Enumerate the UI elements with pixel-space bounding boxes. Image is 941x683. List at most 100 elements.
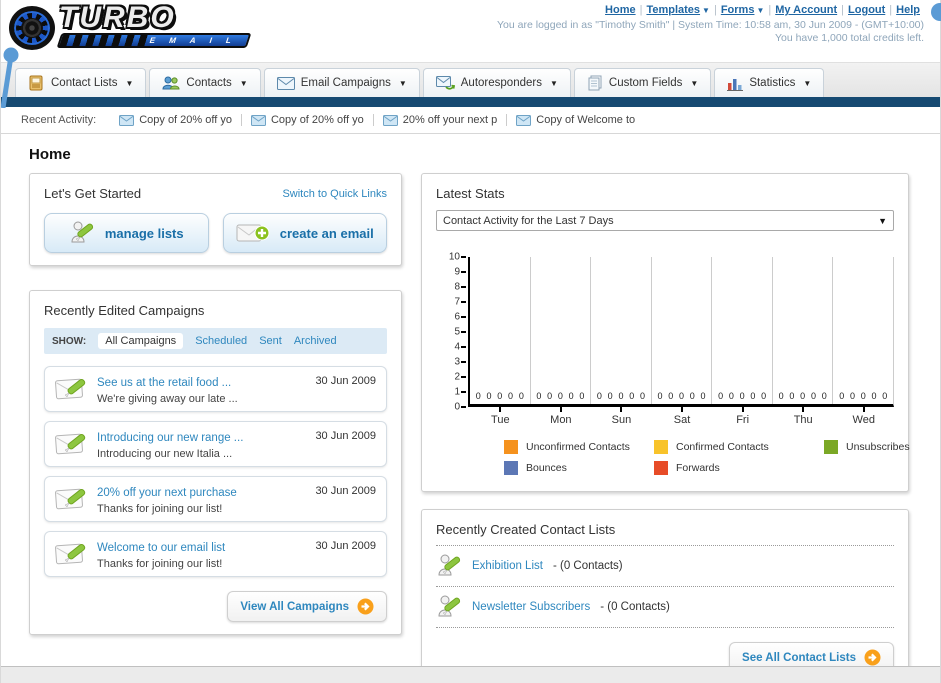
contact-list-row: Newsletter Subscribers - (0 Contacts) xyxy=(436,586,894,628)
custom-fields-icon xyxy=(587,75,603,91)
chart-group-wed: 00000 xyxy=(833,257,893,404)
data-value: 0 xyxy=(810,391,816,401)
data-value: 0 xyxy=(778,391,784,401)
campaign-date: 30 Jun 2009 xyxy=(315,485,376,497)
data-value: 0 xyxy=(596,391,602,401)
filter-all-campaigns[interactable]: All Campaigns xyxy=(98,333,184,349)
data-value: 0 xyxy=(639,391,645,401)
email-campaigns-icon xyxy=(276,76,295,90)
top-link-home[interactable]: Home xyxy=(605,4,636,16)
switch-quick-links-link[interactable]: Switch to Quick Links xyxy=(282,188,387,200)
dropdown-caret-icon: ▼ xyxy=(803,78,812,88)
see-all-contact-lists-button[interactable]: See All Contact Lists xyxy=(729,642,894,666)
y-tick-label: 5 xyxy=(454,326,460,338)
create-an-email-button[interactable]: create an email xyxy=(222,213,387,253)
tab-statistics[interactable]: Statistics ▼ xyxy=(714,68,825,97)
campaign-card: 20% off your next purchase Thanks for joi… xyxy=(44,476,387,522)
legend-item-unconfirmed-contacts: Unconfirmed Contacts xyxy=(504,440,654,454)
contact-list-link[interactable]: Exhibition List xyxy=(472,560,543,572)
legend-item-forwards: Forwards xyxy=(654,461,824,475)
chart-x-axis: Tue Mon Sun Sat Fri Thu Wed xyxy=(470,407,894,426)
x-tick-label: Mon xyxy=(531,407,592,426)
campaign-title-link[interactable]: See us at the retail food ... xyxy=(97,377,231,389)
view-all-campaigns-label: View All Campaigns xyxy=(240,600,349,613)
x-tick-label: Tue xyxy=(470,407,531,426)
legend-label: Forwards xyxy=(676,462,720,474)
contact-count: - (0 Contacts) xyxy=(600,601,670,613)
recent-activity-item[interactable]: Copy of 20% off yo xyxy=(240,114,373,126)
zero-value-labels: 00000 xyxy=(591,391,651,401)
tab-contact-lists[interactable]: Contact Lists ▼ xyxy=(15,68,147,97)
top-link-templates[interactable]: Templates ▼ xyxy=(646,4,710,16)
legend-swatch xyxy=(654,440,668,454)
data-value: 0 xyxy=(607,391,613,401)
campaign-text: Welcome to our email list Thanks for join… xyxy=(97,538,305,570)
dropdown-caret-icon: ▼ xyxy=(125,78,134,88)
contact-count: - (0 Contacts) xyxy=(552,560,623,572)
campaign-list: See us at the retail food ... We're givin… xyxy=(44,366,387,577)
data-value: 0 xyxy=(508,391,514,401)
dropdown-caret-icon: ▼ xyxy=(878,215,887,226)
campaign-subtitle: Thanks for joining our list! xyxy=(97,558,223,570)
recent-activity-item[interactable]: Copy of Welcome to xyxy=(506,114,644,126)
page-root: TURBO E M A I L Home | Templates ▼ | Forms ▼ | M… xyxy=(0,0,941,683)
top-link-my-account[interactable]: My Account xyxy=(775,4,837,16)
credits-info: You have 1,000 total credits left. xyxy=(774,32,924,44)
y-tick-label: 9 xyxy=(454,266,460,278)
campaign-date: 30 Jun 2009 xyxy=(315,540,376,552)
top-link-forms[interactable]: Forms ▼ xyxy=(721,4,765,16)
legend-label: Confirmed Contacts xyxy=(676,441,769,453)
data-value: 0 xyxy=(618,391,624,401)
filter-scheduled[interactable]: Scheduled xyxy=(195,335,247,347)
tab-autoresponders[interactable]: Autoresponders ▼ xyxy=(422,68,571,97)
tab-contacts[interactable]: Contacts ▼ xyxy=(149,68,261,97)
login-info: You are logged in as "Timothy Smith" | S… xyxy=(497,19,924,31)
tab-label: Email Campaigns xyxy=(300,77,391,89)
data-value: 0 xyxy=(882,391,888,401)
tab-email-campaigns[interactable]: Email Campaigns ▼ xyxy=(263,68,420,97)
filter-archived[interactable]: Archived xyxy=(294,335,337,347)
tab-label: Contacts xyxy=(186,77,232,89)
recent-activity-item[interactable]: Copy of 20% off yo xyxy=(110,114,241,126)
tab-custom-fields[interactable]: Custom Fields ▼ xyxy=(573,68,712,97)
y-tick-label: 0 xyxy=(454,401,460,413)
stats-dropdown-value: Contact Activity for the Last 7 Days xyxy=(443,214,614,227)
main-content: Home Let's Get Started Switch to Quick L… xyxy=(1,134,940,667)
data-value: 0 xyxy=(739,391,745,401)
arrow-circle-icon xyxy=(357,598,374,615)
campaign-title-link[interactable]: 20% off your next purchase xyxy=(97,487,237,499)
top-link-logout[interactable]: Logout xyxy=(848,4,885,16)
y-tick-label: 6 xyxy=(454,311,460,323)
data-value: 0 xyxy=(579,391,585,401)
data-value: 0 xyxy=(700,391,706,401)
header: TURBO E M A I L Home | Templates ▼ | Forms ▼ | M… xyxy=(1,0,941,62)
legend-swatch xyxy=(824,440,838,454)
y-tick-mark xyxy=(461,271,466,273)
zero-value-labels: 00000 xyxy=(773,391,833,401)
chart-group-thu: 00000 xyxy=(773,257,834,404)
campaign-title-link[interactable]: Introducing our new range ... xyxy=(97,432,243,444)
top-link-label: Templates xyxy=(646,4,701,16)
stats-period-dropdown[interactable]: Contact Activity for the Last 7 Days ▼ xyxy=(436,210,894,231)
contact-list-link[interactable]: Newsletter Subscribers xyxy=(472,601,590,613)
view-all-campaigns-button[interactable]: View All Campaigns xyxy=(227,591,387,622)
top-link-help[interactable]: Help xyxy=(896,4,920,16)
top-link-label: Logout xyxy=(848,4,886,16)
x-tick-label: Sat xyxy=(652,407,713,426)
tab-label: Custom Fields xyxy=(608,77,683,89)
manage-lists-button[interactable]: manage lists xyxy=(44,213,209,253)
data-value: 0 xyxy=(557,391,563,401)
data-value: 0 xyxy=(750,391,756,401)
page-title: Home xyxy=(29,146,71,163)
person-pencil-icon xyxy=(436,553,462,579)
filter-sent[interactable]: Sent xyxy=(259,335,282,347)
data-value: 0 xyxy=(871,391,877,401)
legend-swatch xyxy=(654,461,668,475)
contact-lists-title: Recently Created Contact Lists xyxy=(436,522,616,537)
dropdown-caret-icon: ▼ xyxy=(756,6,765,15)
statistics-icon xyxy=(727,76,744,91)
top-link-label: My Account xyxy=(775,4,838,16)
y-tick-mark xyxy=(461,301,466,303)
recent-activity-item[interactable]: 20% off your next p xyxy=(372,114,507,126)
campaign-title-link[interactable]: Welcome to our email list xyxy=(97,542,225,554)
